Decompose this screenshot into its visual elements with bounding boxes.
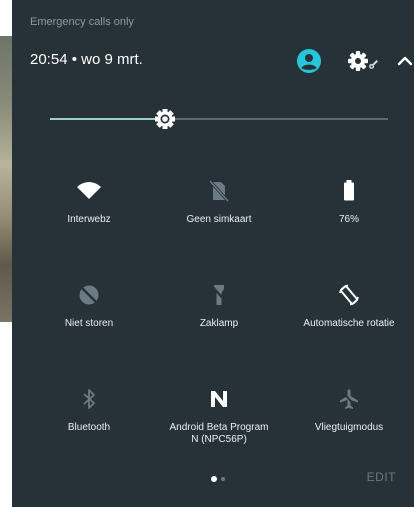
gear-icon[interactable] [346, 48, 382, 74]
tile-label-line2: N (NPC56P) [191, 434, 247, 445]
user-icon[interactable] [296, 48, 322, 74]
no-sim-icon [208, 179, 230, 203]
tile-label: Zaklamp [199, 318, 239, 329]
tile-label: Vliegtuigmodus [314, 422, 384, 433]
flashlight-icon [210, 284, 228, 305]
brightness-slider[interactable] [50, 108, 388, 130]
tile-label: Automatische rotatie [303, 318, 395, 329]
tile-label: Bluetooth [67, 422, 111, 433]
tile-label: Geen simkaart [186, 214, 252, 225]
airplane-icon [340, 389, 358, 409]
quick-settings-header: 20:54 • wo 9 mrt. [30, 48, 413, 74]
page-dot[interactable] [211, 476, 217, 482]
page-indicator[interactable] [211, 474, 241, 484]
battery-icon [344, 180, 354, 201]
android-n-icon [211, 391, 227, 407]
slider-fill [50, 118, 165, 120]
tile-do-not-disturb[interactable]: Niet storen [24, 282, 154, 352]
brightness-icon[interactable] [154, 108, 176, 130]
tile-battery[interactable]: 76% [284, 178, 414, 248]
page-dot[interactable] [221, 477, 225, 481]
tile-flashlight[interactable]: Zaklamp [154, 282, 284, 352]
edit-button[interactable]: EDIT [367, 470, 396, 484]
tile-auto-rotate[interactable]: Automatische rotatie [284, 282, 414, 352]
tile-bluetooth[interactable]: Bluetooth [24, 386, 154, 456]
status-text: Emergency calls only [30, 16, 134, 28]
bluetooth-icon [83, 389, 95, 409]
tile-wifi[interactable]: Interwebz [24, 178, 154, 248]
wifi-icon [77, 182, 101, 199]
tile-label-line1: Android Beta Program [169, 422, 269, 433]
auto-rotate-icon [339, 284, 359, 306]
do-not-disturb-icon [79, 285, 99, 305]
notification-shade: Emergency calls only 20:54 • wo 9 mrt. I… [12, 0, 414, 507]
date-time: 20:54 • wo 9 mrt. [30, 51, 143, 68]
tile-sim[interactable]: Geen simkaart [154, 178, 284, 248]
tile-label: 76% [338, 214, 359, 225]
tile-airplane-mode[interactable]: Vliegtuigmodus [284, 386, 414, 456]
tile-label: Niet storen [64, 318, 114, 329]
tile-android-beta[interactable]: Android Beta Program N (NPC56P) [154, 386, 284, 456]
tile-label: Interwebz [67, 214, 111, 225]
tile-label: Android Beta Program N (NPC56P) [154, 422, 284, 446]
chevron-up-icon[interactable] [394, 48, 414, 74]
